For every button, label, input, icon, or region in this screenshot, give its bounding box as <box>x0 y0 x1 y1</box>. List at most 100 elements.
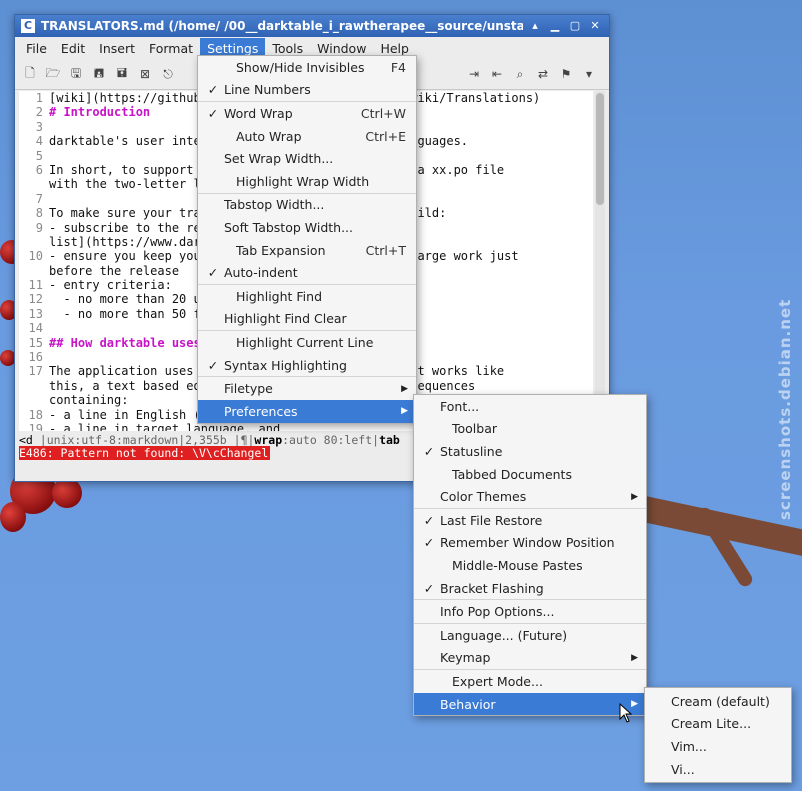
prefs-item-language-future[interactable]: Language... (Future) <box>414 624 646 647</box>
prefs-item-keymap[interactable]: Keymap ▶ <box>414 647 646 670</box>
prefs-item-tabbed-documents[interactable]: Tabbed Documents <box>414 463 646 486</box>
menu-item-label: Highlight Find <box>236 288 323 304</box>
vertical-scrollbar[interactable] <box>595 91 605 431</box>
new-file-icon[interactable]: 🗋 <box>21 65 39 83</box>
line-number: 19 <box>28 421 43 431</box>
settings-item-tab-expansion[interactable]: Tab Expansion Ctrl+T <box>198 239 416 262</box>
status-wrap-info: :auto 80:left| <box>282 433 380 447</box>
window-title: TRANSLATORS.md (/home/ /00__darktable_i_… <box>41 19 523 33</box>
menu-item-label: Highlight Wrap Width <box>236 173 370 189</box>
status-wrap-label: wrap <box>254 433 283 447</box>
prefs-item-middle-mouse-pastes[interactable]: Middle-Mouse Pastes <box>414 554 646 577</box>
exit-icon[interactable]: ⎋ <box>159 65 177 83</box>
settings-item-highlight-find[interactable]: Highlight Find <box>198 285 416 308</box>
settings-item-line-numbers[interactable]: ✓ Line Numbers <box>198 79 416 102</box>
menu-format[interactable]: Format <box>142 38 200 59</box>
settings-item-soft-tabstop-width[interactable]: Soft Tabstop Width... <box>198 216 416 239</box>
line-text: containing: <box>49 393 129 408</box>
behavior-submenu: Cream (default) Cream Lite... Vim... Vi... <box>644 687 792 784</box>
settings-item-set-wrap-width[interactable]: Set Wrap Width... <box>198 147 416 170</box>
settings-item-show-hide-invisibles[interactable]: Show/Hide Invisibles F4 <box>198 56 416 79</box>
behavior-item-cream-default[interactable]: Cream (default) <box>645 690 791 713</box>
line-number <box>19 393 49 407</box>
preferences-submenu: Font... Toolbar ✓ Statusline Tabbed Document… <box>413 394 647 717</box>
prefs-item-expert-mode[interactable]: Expert Mode... <box>414 670 646 693</box>
close-file-icon[interactable]: ⊠ <box>136 65 154 83</box>
behavior-item-vi[interactable]: Vi... <box>645 758 791 781</box>
behavior-item-vim[interactable]: Vim... <box>645 735 791 758</box>
settings-item-syntax-highlighting[interactable]: ✓ Syntax Highlighting <box>198 354 416 377</box>
prefs-item-info-pop-options[interactable]: Info Pop Options... <box>414 600 646 623</box>
prefs-item-color-themes[interactable]: Color Themes ▶ <box>414 485 646 508</box>
menu-accelerator: Ctrl+E <box>365 128 406 144</box>
menu-item-label: Cream Lite... <box>671 716 752 732</box>
prefs-item-font[interactable]: Font... <box>414 395 646 418</box>
line-number <box>19 264 49 278</box>
prefs-item-bracket-flashing[interactable]: ✓ Bracket Flashing <box>414 577 646 600</box>
checkmark-icon: ✓ <box>207 265 219 281</box>
settings-item-highlight-find-clear[interactable]: Highlight Find Clear <box>198 308 416 331</box>
menu-item-label: Highlight Find Clear <box>224 311 347 327</box>
menu-item-label: Bracket Flashing <box>440 580 544 596</box>
settings-item-auto-wrap[interactable]: Auto Wrap Ctrl+E <box>198 125 416 148</box>
prefs-item-remember-window-position[interactable]: ✓ Remember Window Position <box>414 532 646 555</box>
prefs-item-last-file-restore[interactable]: ✓ Last File Restore <box>414 509 646 532</box>
line-number: 2 <box>35 105 43 120</box>
menu-insert[interactable]: Insert <box>92 38 142 59</box>
settings-item-auto-indent[interactable]: ✓ Auto-indent <box>198 261 416 284</box>
checkmark-icon: ✓ <box>423 535 435 551</box>
status-mode: <d <box>19 433 33 447</box>
save-as-icon[interactable]: 🖪 <box>90 65 108 83</box>
line-number: 13 <box>28 306 43 321</box>
checkmark-icon: ✓ <box>207 82 219 98</box>
title-bar[interactable]: C TRANSLATORS.md (/home/ /00__darktable_… <box>15 15 609 37</box>
unindent-icon[interactable]: ⇤ <box>488 65 506 83</box>
save-icon[interactable]: 🖫 <box>67 65 85 83</box>
line-number: 3 <box>35 119 43 134</box>
menu-file[interactable]: File <box>19 38 54 59</box>
settings-item-word-wrap[interactable]: ✓ Word Wrap Ctrl+W <box>198 102 416 125</box>
menu-edit[interactable]: Edit <box>54 38 92 59</box>
scrollbar-thumb[interactable] <box>596 93 604 205</box>
settings-item-tabstop-width[interactable]: Tabstop Width... <box>198 194 416 217</box>
prefs-item-behavior[interactable]: Behavior ▶ <box>414 692 646 716</box>
menu-item-label: Tabstop Width... <box>224 197 325 213</box>
menu-item-label: Auto-indent <box>224 265 298 281</box>
menu-item-label: Soft Tabstop Width... <box>224 219 354 235</box>
maximize-icon[interactable]: ▢ <box>567 18 583 34</box>
replace-icon[interactable]: ⇄ <box>534 65 552 83</box>
line-number: 14 <box>28 321 43 336</box>
behavior-item-cream-lite[interactable]: Cream Lite... <box>645 713 791 736</box>
bookmark-icon[interactable]: ⚑ <box>557 65 575 83</box>
settings-item-highlight-current-line[interactable]: Highlight Current Line <box>198 331 416 354</box>
cream-icon: C <box>21 19 35 33</box>
settings-item-preferences[interactable]: Preferences ▶ <box>198 399 416 423</box>
menu-item-label: Line Numbers <box>224 82 311 98</box>
shade-icon[interactable]: ▴ <box>527 18 543 34</box>
close-icon[interactable]: ✕ <box>587 18 603 34</box>
submenu-arrow-icon: ▶ <box>401 383 408 394</box>
menu-item-label: Auto Wrap <box>236 128 302 144</box>
line-number: 1 <box>35 91 43 105</box>
prefs-item-statusline[interactable]: ✓ Statusline <box>414 440 646 463</box>
menu-item-label: Middle-Mouse Pastes <box>452 557 583 573</box>
open-folder-icon[interactable]: 🗁 <box>44 65 62 83</box>
error-message: E486: Pattern not found: \V\cChangel <box>19 446 271 460</box>
indent-icon[interactable]: ⇥ <box>465 65 483 83</box>
checkmark-icon: ✓ <box>207 105 219 121</box>
menu-item-label: Syntax Highlighting <box>224 357 347 373</box>
line-number: 10 <box>28 249 43 264</box>
line-number: 9 <box>35 220 43 235</box>
watermark: screenshots.debian.net <box>776 298 794 520</box>
menu-item-label: Tab Expansion <box>236 242 326 258</box>
settings-item-highlight-wrap-width[interactable]: Highlight Wrap Width <box>198 170 416 193</box>
save-all-icon[interactable]: 🖬 <box>113 65 131 83</box>
menu-item-label: Last File Restore <box>440 512 543 528</box>
settings-item-filetype[interactable]: Filetype ▶ <box>198 377 416 400</box>
prefs-item-toolbar[interactable]: Toolbar <box>414 418 646 441</box>
menu-accelerator: Ctrl+T <box>365 242 406 258</box>
find-icon[interactable]: ⌕ <box>511 65 529 83</box>
toolbar-dropdown-icon[interactable]: ▾ <box>580 65 598 83</box>
berry <box>52 478 82 508</box>
minimize-icon[interactable]: ▁ <box>547 18 563 34</box>
